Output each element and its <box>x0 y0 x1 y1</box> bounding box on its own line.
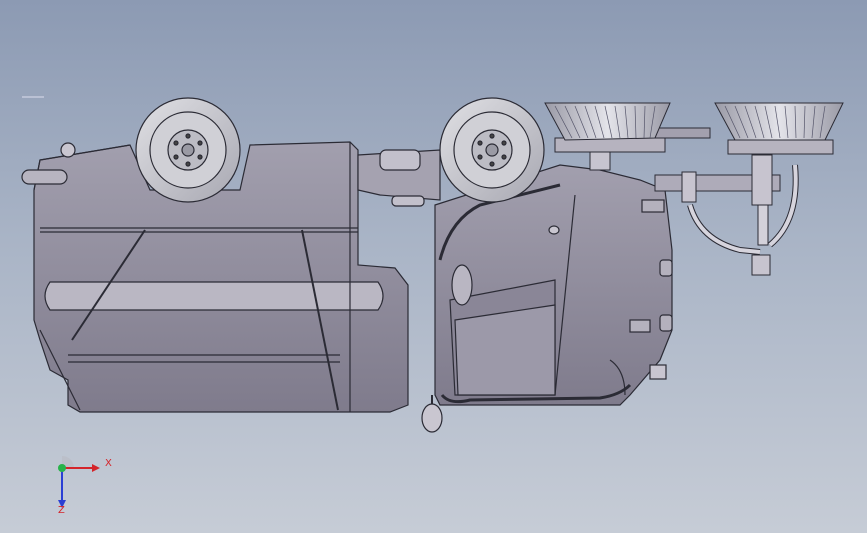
door-handle <box>451 264 473 306</box>
side-brush-left <box>544 102 671 141</box>
cad-model[interactable] <box>0 0 867 533</box>
coordinate-triad: X Z <box>44 450 124 520</box>
rear-wheel <box>135 97 241 203</box>
front-cab <box>421 164 673 433</box>
front-wheel <box>439 97 545 203</box>
graphics-viewport[interactable]: X Z <box>0 0 867 533</box>
z-axis-label: Z <box>58 505 65 516</box>
hitch-linkage <box>357 149 441 207</box>
side-brush-right <box>714 102 844 141</box>
handle <box>21 169 68 185</box>
cap-knob <box>60 142 76 158</box>
x-axis-label: X <box>105 458 112 469</box>
y-axis-dot <box>58 464 66 472</box>
triad-graphic <box>58 456 100 508</box>
pendulum-weight <box>421 403 443 433</box>
